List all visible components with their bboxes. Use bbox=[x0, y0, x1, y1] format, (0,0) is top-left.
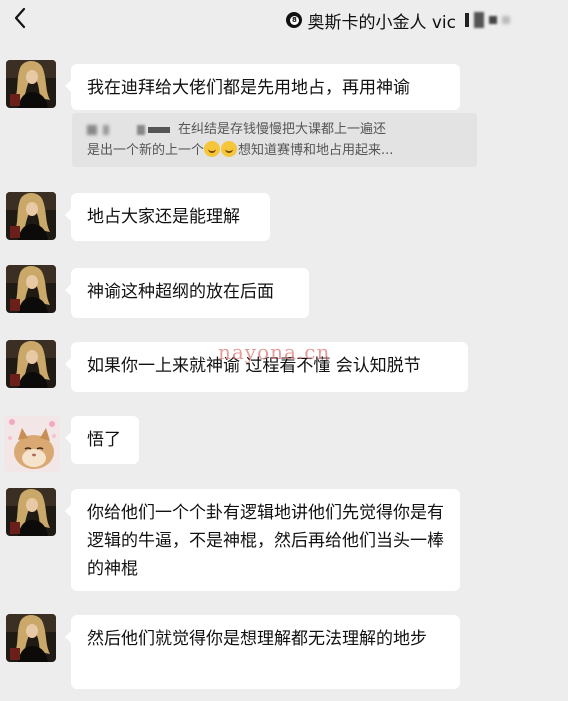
back-chevron-icon bbox=[14, 7, 26, 29]
message-text: 我在迪拜给大佬们都是先用地占，再用神谕 bbox=[87, 78, 410, 98]
redacted-title-suffix bbox=[465, 12, 510, 28]
avatar[interactable] bbox=[6, 614, 56, 662]
emoji-icon bbox=[221, 141, 238, 157]
chat-title: 奥斯卡的小金人 vic bbox=[307, 12, 456, 33]
message-bubble[interactable]: 然后他们就觉得你是想理解都无法理解的地步 bbox=[65, 615, 460, 689]
watermark: nayona.cn bbox=[218, 340, 331, 364]
avatar[interactable] bbox=[6, 60, 56, 108]
message-text: 神谕这种超纲的放在后面 bbox=[87, 282, 274, 302]
eight-ball-icon: 8 bbox=[286, 12, 303, 28]
emoji-icon bbox=[204, 141, 221, 157]
quote-line-1: 在纠结是存钱慢慢把大课都上一遍还 bbox=[87, 119, 465, 140]
chat-title-area[interactable]: 8 奥斯卡的小金人 vic bbox=[286, 8, 510, 33]
avatar[interactable] bbox=[6, 488, 56, 536]
back-button[interactable] bbox=[6, 4, 34, 32]
chat-header: 8 奥斯卡的小金人 vic bbox=[0, 0, 568, 40]
message-text: 悟了 bbox=[87, 430, 121, 450]
message-bubble[interactable]: 地占大家还是能理解 bbox=[65, 193, 270, 241]
message-text: 地占大家还是能理解 bbox=[87, 207, 240, 227]
avatar[interactable] bbox=[6, 340, 56, 388]
avatar-cat[interactable] bbox=[4, 416, 60, 472]
message-text: 你给他们一个个卦有逻辑地讲他们先觉得你是有逻辑的牛逼，不是神棍，然后再给他们当头… bbox=[87, 503, 444, 579]
avatar[interactable] bbox=[6, 265, 56, 313]
quote-line-2: 是出一个新的上一个 想知道赛博和地占用起来... bbox=[87, 141, 394, 158]
message-bubble[interactable]: 神谕这种超纲的放在后面 bbox=[65, 268, 309, 318]
avatar[interactable] bbox=[6, 192, 56, 240]
message-text: 然后他们就觉得你是想理解都无法理解的地步 bbox=[87, 629, 427, 649]
quoted-message[interactable]: 在纠结是存钱慢慢把大课都上一遍还 是出一个新的上一个 想知道赛博和地占用起来... bbox=[72, 113, 477, 167]
message-bubble[interactable]: 悟了 bbox=[65, 416, 139, 464]
message-bubble[interactable]: 我在迪拜给大佬们都是先用地占，再用神谕 bbox=[65, 64, 460, 110]
message-bubble[interactable]: 你给他们一个个卦有逻辑地讲他们先觉得你是有逻辑的牛逼，不是神棍，然后再给他们当头… bbox=[65, 489, 460, 591]
